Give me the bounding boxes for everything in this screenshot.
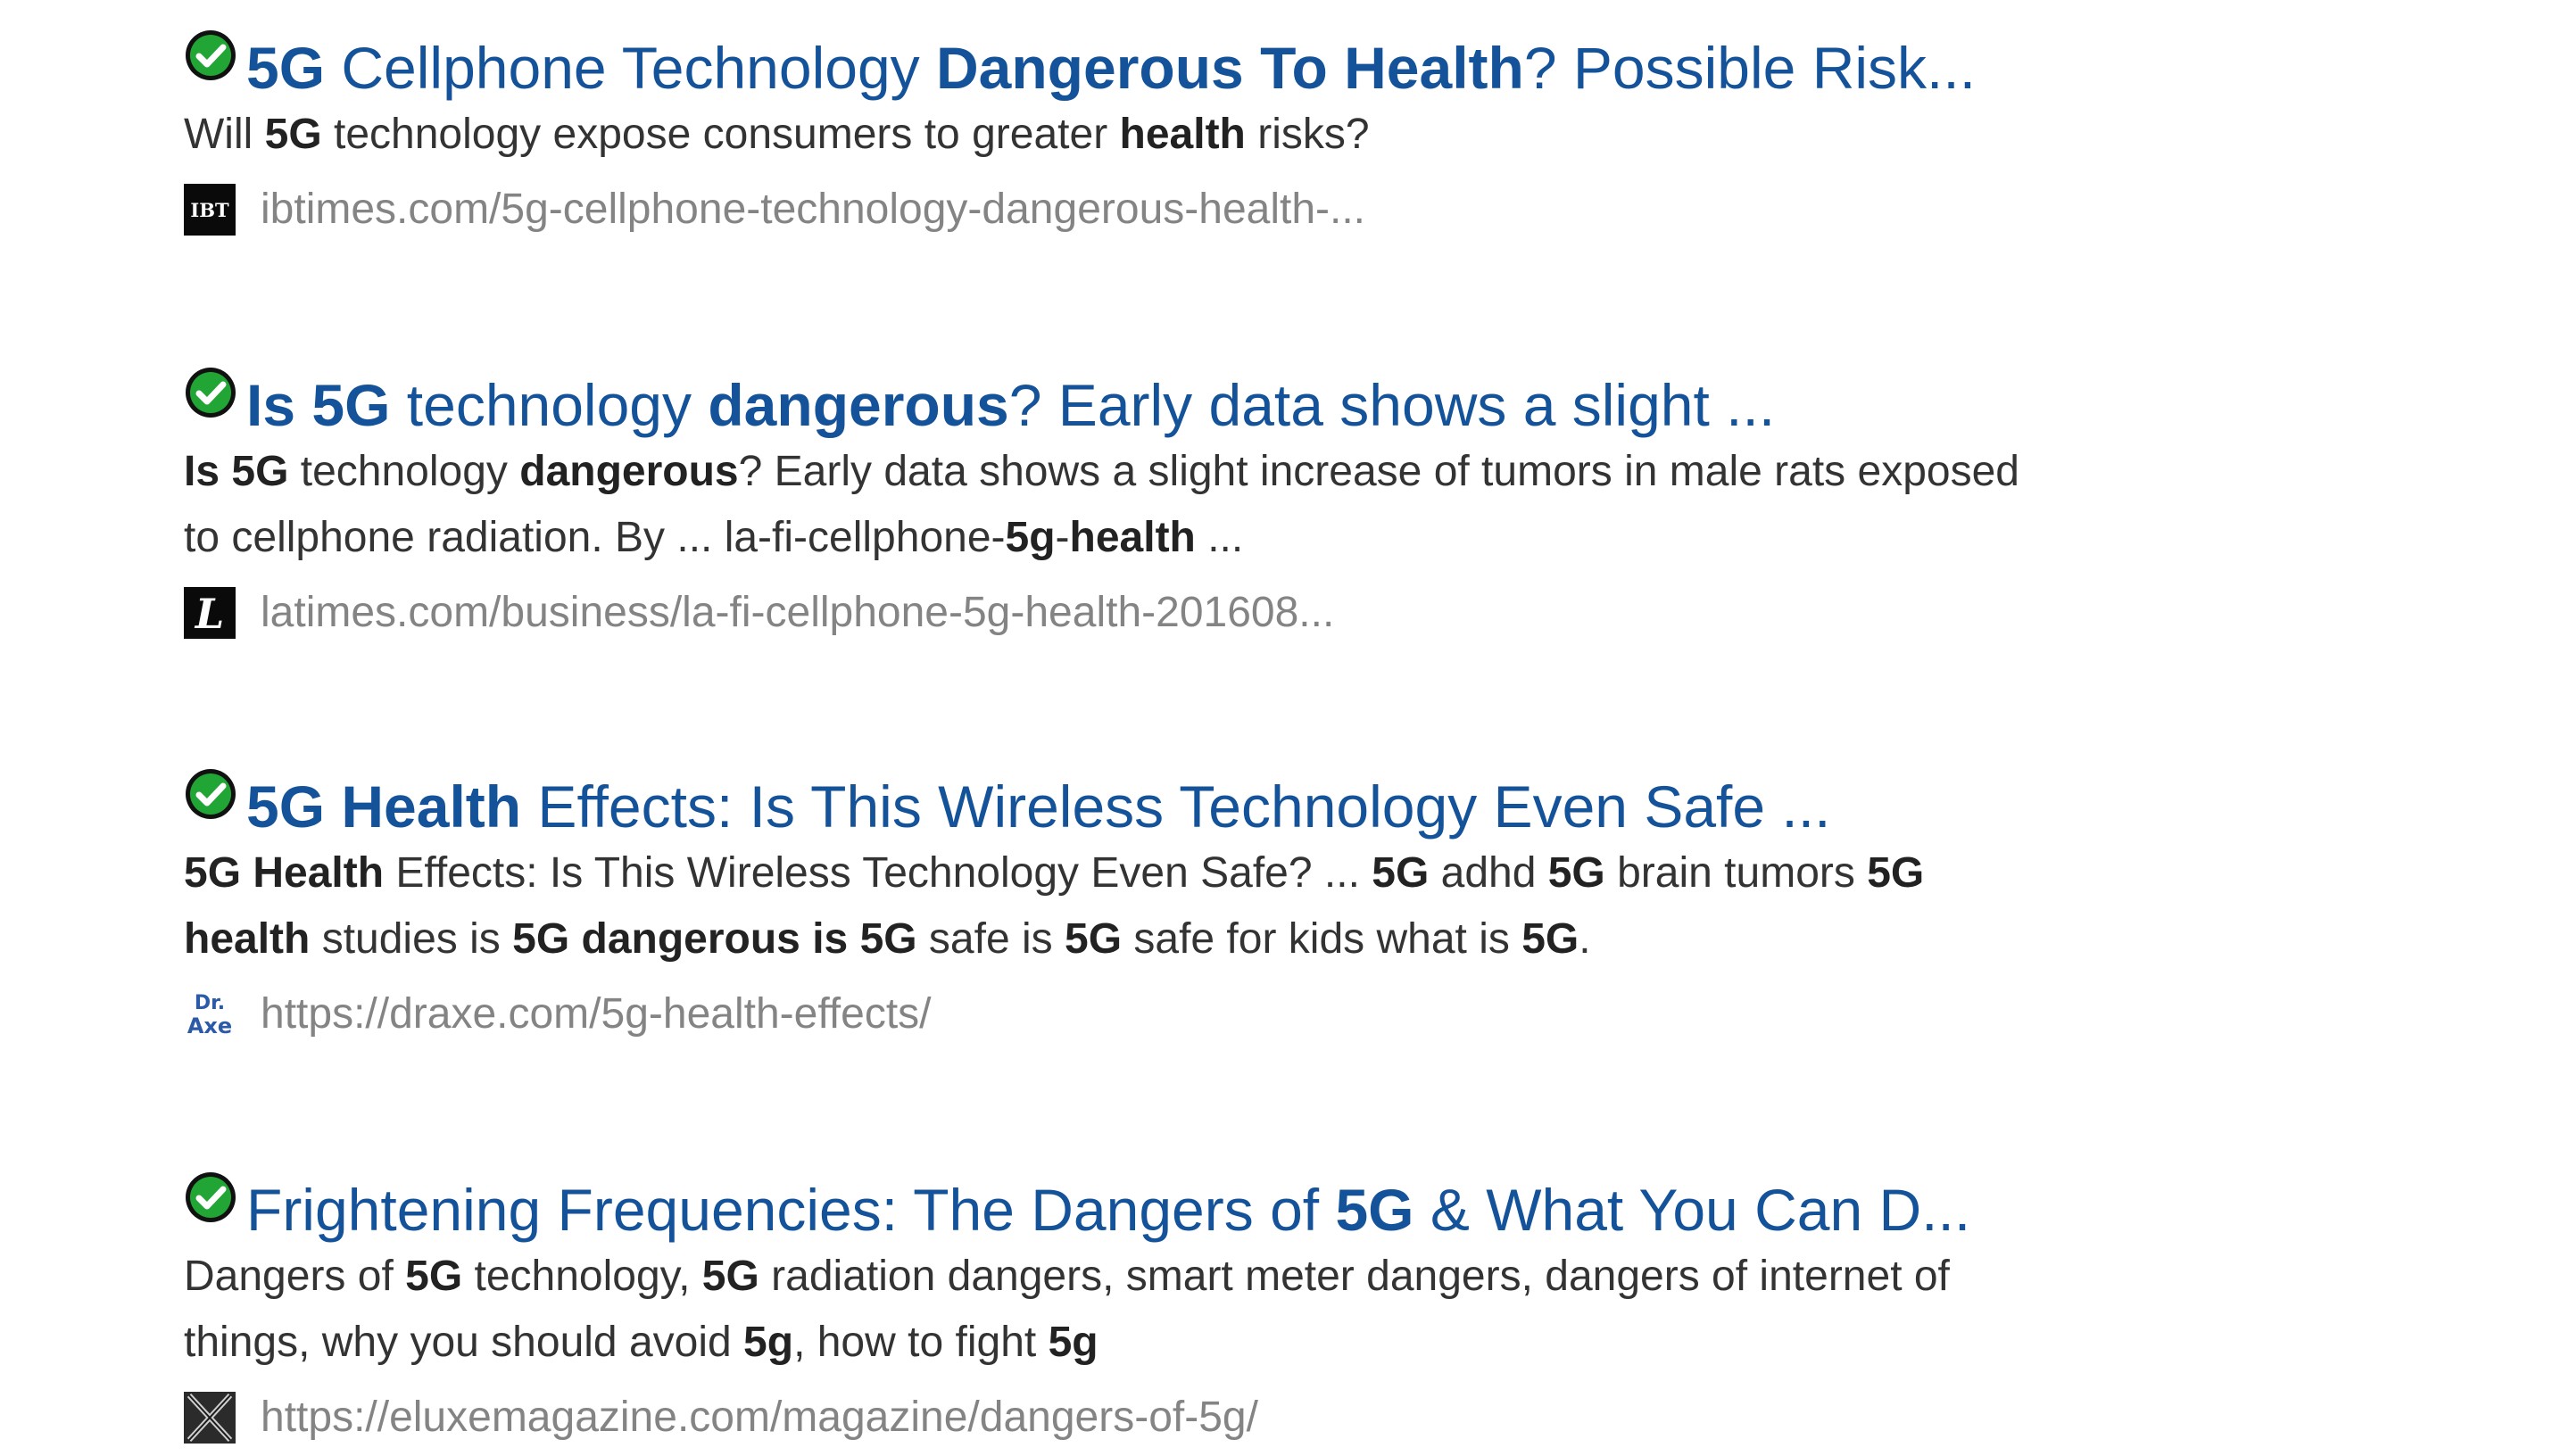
highlighted-text: 5g (743, 1319, 794, 1366)
text-run: studies is (310, 915, 513, 963)
result-snippet: Dangers of 5G technology, 5G radiation d… (184, 1244, 2058, 1376)
favicon-text: Dr. (195, 992, 225, 1014)
text-run: ... (1195, 514, 1244, 561)
text-run: Frightening Frequencies: The Dangers of (246, 1177, 1336, 1243)
highlighted-text: 5G (1065, 915, 1123, 963)
text-run: - (1055, 514, 1070, 561)
result-url[interactable]: https://eluxemagazine.com/magazine/dange… (261, 1385, 1258, 1451)
highlighted-text: 5G (1547, 849, 1605, 897)
text-run: brain tumors (1604, 849, 1868, 897)
text-run: adhd (1429, 849, 1548, 897)
result-url-row: https://eluxemagazine.com/magazine/dange… (184, 1385, 2058, 1451)
highlighted-text: 5G (1521, 915, 1579, 963)
highlighted-text: 5G (1335, 1177, 1414, 1243)
highlighted-text: health (1069, 514, 1196, 561)
result-url-row: Dr. Axe https://draxe.com/5g-health-effe… (184, 981, 2058, 1047)
eluxe-favicon-icon (184, 1392, 236, 1444)
search-result: Is 5G technology dangerous? Early data s… (184, 366, 2058, 646)
highlighted-text: 5G Health (184, 849, 385, 897)
result-snippet: Is 5G technology dangerous? Early data s… (184, 439, 2058, 571)
text-run: ? Early data shows a slight ... (1008, 372, 1776, 438)
result-title-row: 5G Health Effects: Is This Wireless Tech… (184, 767, 2058, 842)
favicon-text-2: Axe (187, 1013, 232, 1038)
search-result: 5G Health Effects: Is This Wireless Tech… (184, 767, 2058, 1047)
text-run: Cellphone Technology (325, 35, 936, 101)
text-run: & What You Can D... (1414, 1177, 1971, 1243)
favicon-text: IBT (190, 199, 229, 221)
text-run: technology (390, 372, 709, 438)
text-run: technology, (462, 1253, 702, 1300)
text-run: . (1579, 915, 1591, 963)
verified-check-icon (186, 368, 236, 418)
draxe-favicon-icon: Dr. Axe (184, 989, 236, 1040)
highlighted-text: 5G (246, 35, 326, 101)
result-title-link[interactable]: 5G Cellphone Technology Dangerous To Hea… (246, 32, 1976, 103)
highlighted-text: 5G Health (246, 774, 522, 840)
result-title-row: 5G Cellphone Technology Dangerous To Hea… (184, 29, 2058, 103)
result-title-row: Frightening Frequencies: The Dangers of … (184, 1171, 2058, 1245)
highlighted-text: 5G (264, 111, 322, 158)
highlighted-text: dangerous (708, 372, 1009, 438)
text-run: technology expose consumers to greater (321, 111, 1120, 158)
highlighted-text: 5g (1048, 1319, 1098, 1366)
text-run: technology (288, 448, 520, 495)
result-url[interactable]: ibtimes.com/5g-cellphone-technology-dang… (261, 177, 1365, 243)
highlighted-text: Is 5G (184, 448, 289, 495)
text-run: Effects: Is This Wireless Technology Eve… (521, 774, 1831, 840)
result-url-row: L latimes.com/business/la-fi-cellphone-5… (184, 580, 2058, 646)
highlighted-text: Dangerous To Health (936, 35, 1524, 101)
ibt-favicon-icon: IBT (184, 184, 236, 236)
result-title-link[interactable]: Is 5G technology dangerous? Early data s… (246, 369, 1775, 441)
text-run: Dangers of (184, 1253, 406, 1300)
result-title-link[interactable]: 5G Health Effects: Is This Wireless Tech… (246, 771, 1830, 842)
text-run: ? Possible Risk... (1523, 35, 1977, 101)
result-url-row: IBT ibtimes.com/5g-cellphone-technology-… (184, 177, 2058, 243)
result-snippet: Will 5G technology expose consumers to g… (184, 102, 2058, 168)
search-result: 5G Cellphone Technology Dangerous To Hea… (184, 29, 2058, 243)
result-snippet: 5G Health Effects: Is This Wireless Tech… (184, 840, 2058, 972)
search-results: 5G Cellphone Technology Dangerous To Hea… (0, 0, 2570, 1456)
highlighted-text: Is 5G (246, 372, 391, 438)
text-run: Effects: Is This Wireless Technology Eve… (384, 849, 1372, 897)
latimes-favicon-icon: L (184, 587, 236, 639)
text-run: safe for kids what is (1122, 915, 1522, 963)
favicon-text: L (194, 590, 224, 638)
text-run: safe is (916, 915, 1065, 963)
text-run: , how to fight (793, 1319, 1049, 1366)
search-result: Frightening Frequencies: The Dangers of … (184, 1171, 2058, 1451)
result-title-row: Is 5G technology dangerous? Early data s… (184, 366, 2058, 438)
highlighted-text: 5G (1372, 849, 1430, 897)
result-url[interactable]: latimes.com/business/la-fi-cellphone-5g-… (261, 580, 1334, 646)
verified-check-icon (186, 1172, 236, 1222)
verified-check-icon (186, 30, 236, 80)
highlighted-text: 5G (701, 1253, 759, 1300)
result-title-link[interactable]: Frightening Frequencies: The Dangers of … (246, 1174, 1970, 1245)
result-url[interactable]: https://draxe.com/5g-health-effects/ (261, 981, 932, 1047)
highlighted-text: dangerous (519, 448, 739, 495)
verified-check-icon (186, 769, 236, 819)
highlighted-text: 5g (1005, 514, 1056, 561)
text-run: Will (184, 111, 265, 158)
highlighted-text: 5G (405, 1253, 463, 1300)
highlighted-text: health (1119, 111, 1246, 158)
highlighted-text: 5G dangerous is 5G (512, 915, 917, 963)
text-run: risks? (1245, 111, 1370, 158)
